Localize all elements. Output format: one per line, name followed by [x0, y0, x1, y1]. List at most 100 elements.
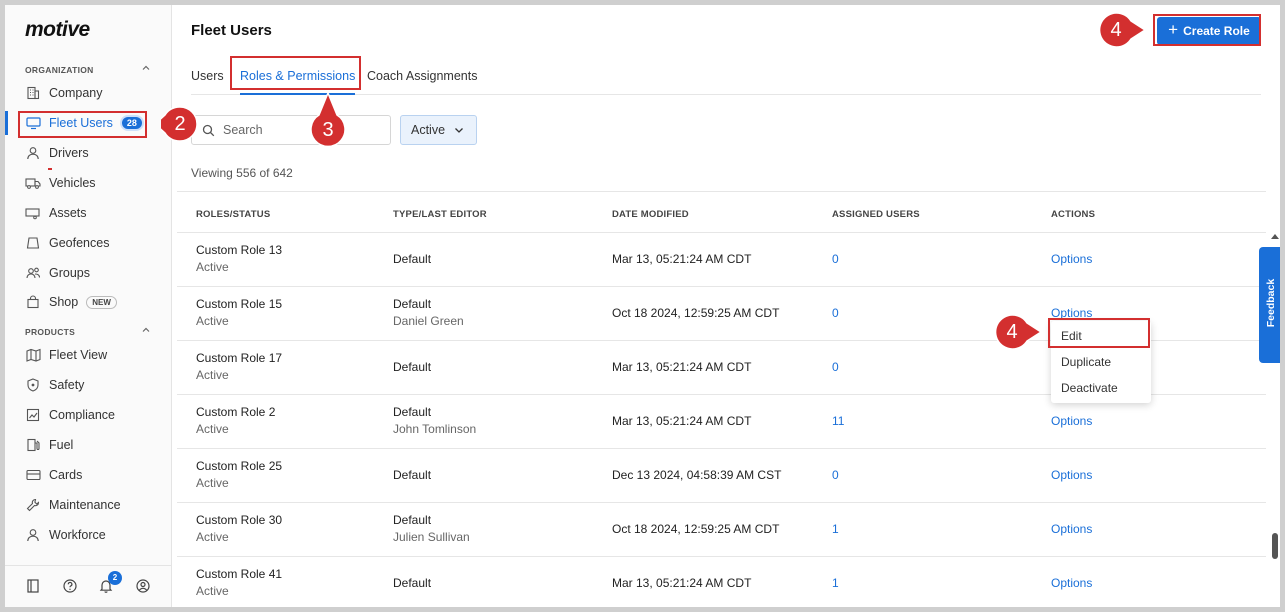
map-icon	[25, 347, 41, 363]
sidebar-item-compliance[interactable]: Compliance	[5, 401, 171, 429]
chevron-up-icon[interactable]	[141, 325, 151, 335]
date-modified: Mar 13, 05:21:24 AM CDT	[612, 360, 752, 374]
date-modified: Mar 13, 05:21:24 AM CDT	[612, 576, 752, 590]
vertical-scrollbar[interactable]	[1269, 231, 1280, 607]
motive-logo[interactable]: motive	[25, 18, 90, 42]
step-4-top-number: 4	[1110, 19, 1122, 41]
page-title: Fleet Users	[191, 22, 272, 39]
search-box	[191, 115, 391, 145]
last-editor: John Tomlinson	[393, 422, 477, 436]
options-button[interactable]: Options	[1051, 414, 1092, 428]
viewing-count: Viewing 556 of 642	[191, 166, 293, 180]
last-editor: Daniel Green	[393, 314, 464, 328]
assigned-users-link[interactable]: 0	[832, 306, 839, 320]
sidebar-item-workforce[interactable]: Workforce	[5, 521, 171, 549]
sidebar-item-label: Groups	[49, 266, 90, 280]
table-row[interactable]: Custom Role 25 Active Default Dec 13 202…	[177, 449, 1266, 503]
menu-item-duplicate[interactable]: Duplicate	[1061, 355, 1111, 369]
role-type: Default	[393, 513, 432, 527]
table-row[interactable]: Custom Role 13 Active Default Mar 13, 05…	[177, 233, 1266, 287]
options-button[interactable]: Options	[1051, 252, 1092, 266]
sidebar-item-company[interactable]: Company	[5, 79, 171, 107]
sidebar-item-shop[interactable]: Shop NEW	[5, 288, 171, 316]
table-header: ROLES/STATUS TYPE/LAST EDITOR DATE MODIF…	[177, 191, 1266, 233]
chevron-down-icon	[455, 128, 464, 133]
card-icon	[25, 467, 41, 483]
table-row[interactable]: Custom Role 2 Active Default John Tomlin…	[177, 395, 1266, 449]
sidebar-item-drivers[interactable]: Drivers	[5, 139, 171, 167]
step-2-number: 2	[174, 113, 186, 135]
role-status: Active	[196, 368, 229, 382]
column-header-type[interactable]: TYPE/LAST EDITOR	[393, 209, 487, 220]
scroll-up-arrow-icon[interactable]	[1271, 233, 1279, 239]
column-header-roles[interactable]: ROLES/STATUS	[196, 209, 270, 220]
role-status: Active	[196, 260, 229, 274]
date-modified: Dec 13 2024, 04:58:39 AM CST	[612, 468, 782, 482]
search-icon	[202, 124, 215, 136]
role-type: Default	[393, 297, 432, 311]
options-button[interactable]: Options	[1051, 576, 1092, 590]
chevron-up-icon[interactable]	[141, 63, 151, 73]
status-filter-select[interactable]: Active	[400, 115, 477, 145]
highlight-fleet-users	[18, 111, 147, 138]
sidebar-item-safety[interactable]: Safety	[5, 371, 171, 399]
options-button[interactable]: Options	[1051, 522, 1092, 536]
sidebar-item-assets[interactable]: Assets	[5, 199, 171, 227]
trailer-icon	[25, 205, 41, 221]
date-modified: Mar 13, 05:21:24 AM CDT	[612, 252, 752, 266]
account-icon[interactable]	[135, 578, 151, 594]
date-modified: Oct 18 2024, 12:59:25 AM CDT	[612, 522, 780, 536]
sidebar-item-label: Vehicles	[49, 176, 96, 190]
sidebar-item-geofences[interactable]: Geofences	[5, 229, 171, 257]
sidebar-item-label: Fleet View	[49, 348, 108, 362]
step-2-callout: 2	[161, 105, 199, 143]
compliance-icon	[25, 407, 41, 423]
tab-users[interactable]: Users	[191, 63, 224, 95]
assigned-users-link[interactable]: 0	[832, 360, 839, 374]
shop-icon	[25, 294, 41, 310]
sidebar-item-fleet-view[interactable]: Fleet View	[5, 341, 171, 369]
step-4-top-callout: 4	[1097, 11, 1147, 49]
highlight-roles-tab	[230, 56, 361, 90]
help-icon[interactable]	[62, 578, 78, 594]
sidebar-item-label: Company	[49, 86, 103, 100]
book-icon[interactable]	[25, 578, 41, 594]
sidebar-item-label: Geofences	[49, 236, 110, 250]
notification-count-badge: 2	[108, 571, 122, 585]
sidebar-item-fuel[interactable]: Fuel	[5, 431, 171, 459]
sidebar-item-label: Shop	[49, 295, 79, 309]
search-input[interactable]	[223, 123, 373, 137]
tab-coach-assignments[interactable]: Coach Assignments	[367, 63, 477, 95]
column-header-date[interactable]: DATE MODIFIED	[612, 209, 689, 220]
scrollbar-thumb[interactable]	[1272, 533, 1278, 559]
sidebar-item-label: Cards	[49, 468, 83, 482]
sidebar-item-vehicles[interactable]: Vehicles	[5, 169, 171, 197]
role-status: Active	[196, 530, 229, 544]
assigned-users-link[interactable]: 1	[832, 522, 839, 536]
sidebar-item-groups[interactable]: Groups	[5, 259, 171, 287]
assigned-users-link[interactable]: 0	[832, 468, 839, 482]
step-4-menu-number: 4	[1006, 321, 1018, 343]
role-name: Custom Role 41	[196, 567, 283, 581]
sidebar-item-label: Fuel	[49, 438, 74, 452]
sidebar-item-cards[interactable]: Cards	[5, 461, 171, 489]
highlight-create-role	[1153, 14, 1261, 46]
role-name: Custom Role 2	[196, 405, 276, 419]
role-status: Active	[196, 584, 229, 598]
shield-icon	[25, 377, 41, 393]
sidebar-item-label: Compliance	[49, 408, 116, 422]
table-row[interactable]: Custom Role 30 Active Default Julien Sul…	[177, 503, 1266, 557]
assigned-users-link[interactable]: 11	[832, 414, 844, 428]
role-name: Custom Role 25	[196, 459, 283, 473]
options-button[interactable]: Options	[1051, 468, 1092, 482]
sidebar-item-label: Assets	[49, 206, 87, 220]
assigned-users-link[interactable]: 1	[832, 576, 839, 590]
menu-item-deactivate[interactable]: Deactivate	[1061, 381, 1118, 395]
assigned-users-link[interactable]: 0	[832, 252, 839, 266]
column-header-assigned[interactable]: ASSIGNED USERS	[832, 209, 920, 220]
sidebar-item-label: Workforce	[49, 528, 106, 542]
step-3-callout: 3	[309, 91, 347, 149]
role-name: Custom Role 15	[196, 297, 283, 311]
sidebar-item-maintenance[interactable]: Maintenance	[5, 491, 171, 519]
table-row[interactable]: Custom Role 41 Active Default Mar 13, 05…	[177, 557, 1266, 607]
